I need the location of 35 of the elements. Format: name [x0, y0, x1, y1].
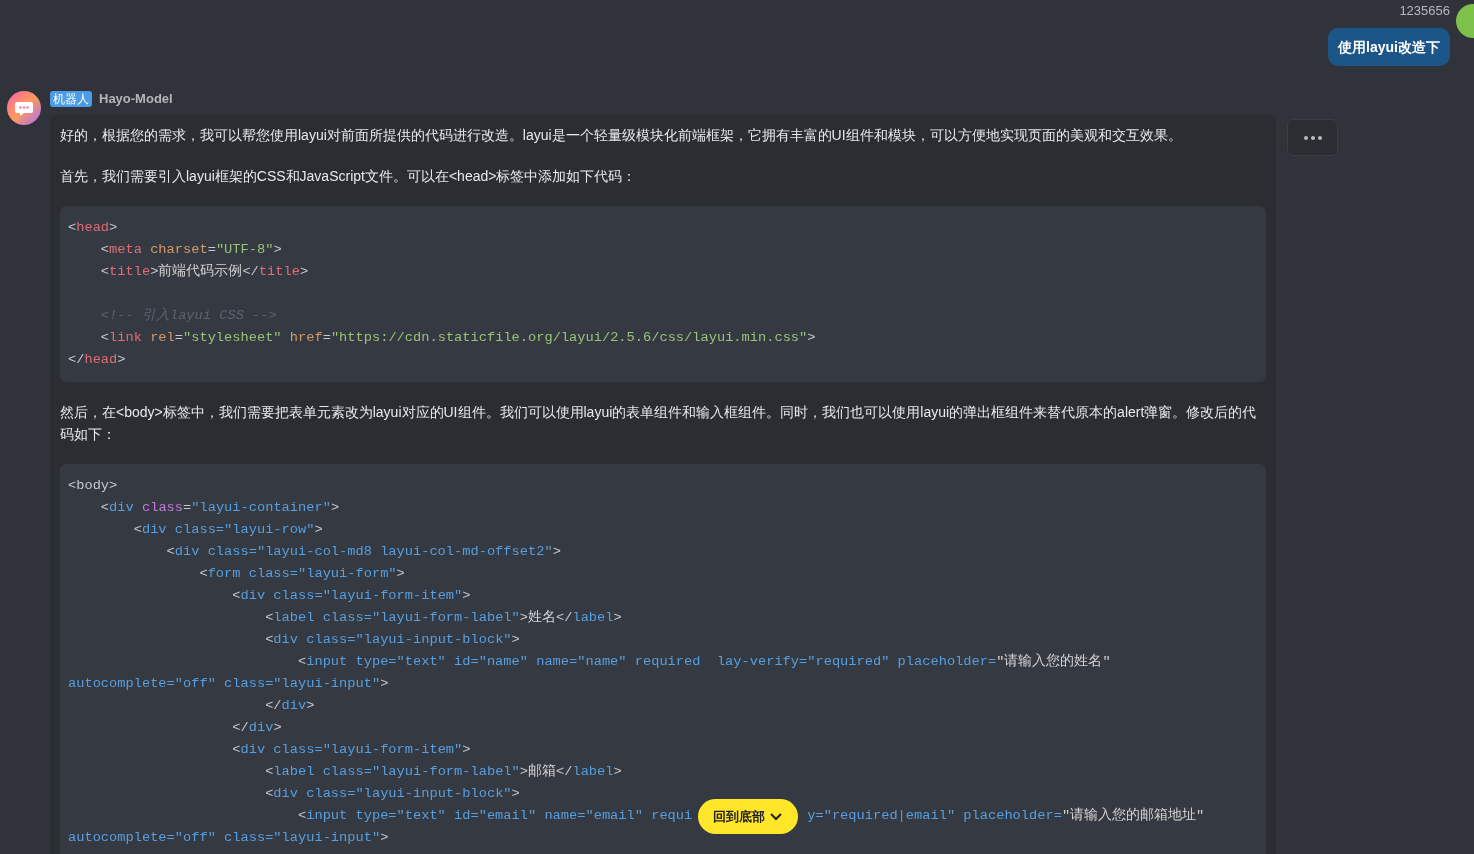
code-line: </div> — [231, 719, 282, 737]
chevron-down-icon — [769, 811, 783, 822]
user-message: 使用layui改造下 — [1328, 28, 1450, 66]
more-button[interactable] — [1287, 119, 1338, 156]
code-line: <link rel="stylesheet" href="https://cdn.staticfile.org/layui/2.5.6/css/layui.min.css"> — [99, 329, 816, 347]
code-line: <div class="layui-form-item"> — [231, 587, 471, 605]
code-line: autocomplete="off" class="layui-input"> — [68, 675, 389, 693]
code-line: </div> — [264, 697, 315, 715]
bot-name: Hayo-Model — [99, 91, 173, 107]
code-line: <div class="layui-row"> — [132, 521, 323, 539]
code-line: <label class="layui-form-label">姓名</label> — [264, 609, 622, 627]
code-line: <head> — [68, 219, 118, 237]
code-line: <form class="layui-form"> — [198, 565, 405, 583]
code-line: </head> — [68, 351, 126, 369]
code-line: <body> — [68, 477, 118, 495]
code-line: <title>前端代码示例</title> — [99, 262, 309, 281]
code-line: <div class="layui-container"> — [99, 499, 340, 517]
message-paragraph: 首先，我们需要引入layui框架的CSS和JavaScript文件。可以在<head>标签中添加如下代码： — [60, 167, 638, 186]
code-line: <input type="text" id="name" name="name" required lay-verify="required" placeholder="请输入您的姓名" — [297, 652, 1111, 671]
code-line: <div class="layui-form-item"> — [231, 741, 471, 759]
code-line: <div class="layui-input-block"> — [264, 631, 520, 649]
code-line: <label class="layui-form-label">邮箱</label> — [264, 762, 622, 781]
message-paragraph: 然后，在<body>标签中，我们需要把表单元素改为layui对应的UI组件。我们可以使用layui的表单组件和输入框组件。同时，我们也可以使用layui的弹出框组件来替代原本的alert弹窗。修改后的代码如下： — [60, 403, 1258, 444]
more-icon — [1303, 135, 1322, 140]
scroll-to-bottom-button[interactable]: 回到底部 — [698, 799, 798, 834]
bot-avatar-icon — [7, 91, 41, 125]
bot-badge: 机器人 — [50, 91, 92, 107]
code-line: <div class="layui-col-md8 layui-col-md-offset2"> — [165, 543, 561, 561]
message-paragraph: 好的，根据您的需求，我可以帮您使用layui对前面所提供的代码进行改造。layui是一个轻量级模块化前端框架，它拥有丰富的UI组件和模块，可以方便地实现页面的美观和交互效果。 — [60, 126, 1183, 145]
code-line: <input type="text" id="email" name="email" requi — [297, 807, 693, 825]
code-line: autocomplete="off" class="layui-input"> — [68, 829, 389, 847]
code-line: y="required|email" placeholder="请输入您的邮箱地址" — [807, 806, 1205, 825]
code-line: <meta charset="UTF-8"> — [99, 241, 282, 259]
username: 1235656 — [1399, 3, 1450, 19]
code-line: <div class="layui-input-block"> — [264, 785, 520, 803]
